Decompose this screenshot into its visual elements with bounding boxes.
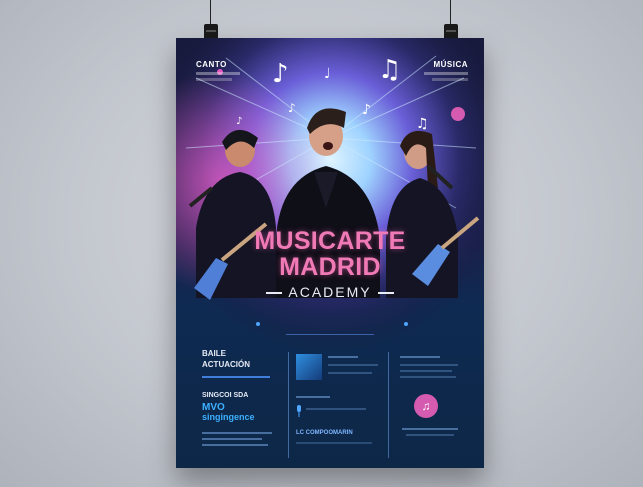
middle-bottom-label: LC COMPOOMARIN (296, 430, 353, 436)
divider-vertical-left (288, 352, 289, 458)
svg-text:♪: ♪ (272, 59, 289, 89)
corner-subtext-right (424, 72, 468, 75)
bottom-left-label-1: BAILE (202, 349, 226, 358)
academy-text: ACADEMY (288, 284, 372, 300)
neon-text-2: singingence (202, 412, 255, 422)
corner-subtext-left-2 (196, 78, 232, 81)
svg-text:♪: ♪ (236, 116, 242, 127)
placeholder-text-line (402, 428, 458, 430)
placeholder-text-line (202, 438, 262, 440)
title-line-1: MUSICARTE (254, 227, 406, 255)
placeholder-text-line (202, 444, 268, 446)
poster-hero-illustration: ♪ ♫ ♩ ♪ ♪ ♫ ♪ (176, 38, 484, 358)
title-line-3: ACADEMY (176, 284, 484, 300)
svg-text:♪: ♪ (288, 101, 296, 115)
bottom-left-label-3: SINGCOI SDA (202, 392, 249, 399)
placeholder-text-line (406, 434, 454, 436)
placeholder-text-line (328, 356, 358, 358)
placeholder-text-line (400, 370, 452, 372)
music-book-icon: ♫ (414, 394, 438, 418)
placeholder-text-line (328, 372, 372, 374)
band-thumbnail-image (296, 354, 322, 380)
poster-title: MUSICARTE MADRID ACADEMY (176, 228, 484, 300)
corner-label-right: MÚSICA (433, 60, 468, 69)
placeholder-text-line (202, 432, 272, 434)
corner-label-left: CANTO (196, 60, 227, 69)
svg-text:♪: ♪ (362, 102, 371, 118)
divider-vertical-right (388, 352, 389, 458)
svg-text:♩: ♩ (324, 66, 331, 82)
placeholder-text-line (400, 364, 458, 366)
corner-subtext-right-2 (432, 78, 468, 81)
placeholder-text-line (306, 408, 366, 410)
title-line-2: MADRID (279, 253, 381, 281)
placeholder-text-line (400, 376, 456, 378)
music-academy-poster: ♪ ♫ ♩ ♪ ♪ ♫ ♪ CANTO MÚSICA MUSICARTE MAD… (176, 38, 484, 468)
placeholder-text-line (328, 364, 378, 366)
svg-text:♫: ♫ (416, 116, 429, 132)
microphone-icon (296, 404, 302, 417)
corner-subtext-left (196, 72, 240, 75)
placeholder-text-line (296, 396, 330, 398)
divider-left (202, 376, 270, 378)
placeholder-text-line (400, 356, 440, 358)
svg-text:♫: ♫ (378, 55, 401, 85)
bottom-left-label-2: ACTUACIÓN (202, 360, 250, 369)
poster-info-section: BAILE ACTUACIÓN SINGCOI SDA MVO singinge… (176, 338, 484, 468)
placeholder-text-line (296, 442, 372, 444)
wall-scene: ♪ ♫ ♩ ♪ ♪ ♫ ♪ CANTO MÚSICA MUSICARTE MAD… (0, 0, 643, 487)
